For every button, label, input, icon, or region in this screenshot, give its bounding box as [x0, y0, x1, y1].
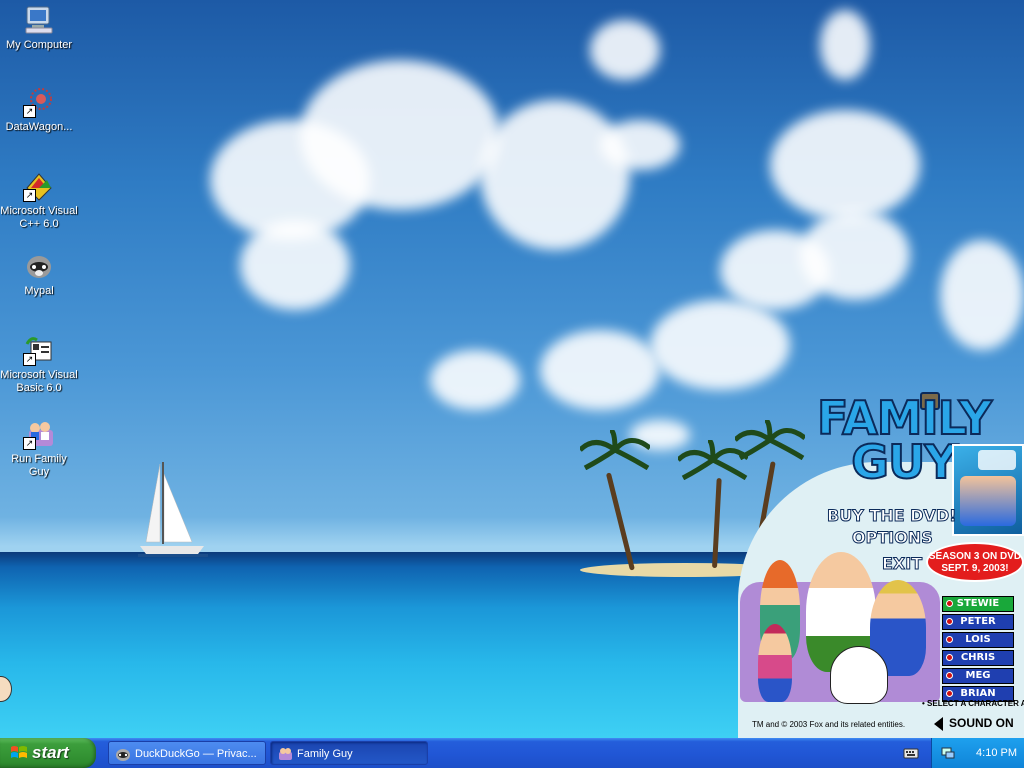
dvd-logo — [978, 450, 1016, 470]
desktop-icon-label: DataWagon... — [5, 121, 73, 133]
dvd-characters — [960, 476, 1016, 526]
radio-dot-icon — [946, 636, 953, 643]
cloud — [540, 330, 660, 410]
cloud — [800, 210, 910, 300]
sound-toggle[interactable]: SOUND ON — [934, 716, 1014, 731]
character-label: CHRIS — [960, 652, 996, 663]
cloud — [820, 10, 870, 80]
meg-figure — [758, 624, 792, 702]
computer-icon — [23, 4, 55, 36]
shortcut-arrow-icon: ↗ — [23, 437, 36, 450]
radio-dot-icon — [946, 600, 953, 607]
buy-dvd-button[interactable]: BUY THE DVD! — [826, 506, 956, 526]
desktop-icon-my-computer[interactable]: My Computer — [0, 4, 78, 52]
character-lois[interactable]: LOIS — [942, 632, 1014, 648]
desktop-icon-label: My Computer — [5, 39, 73, 51]
logo-line-1: FAMILY — [816, 391, 993, 445]
sailboat-image — [138, 462, 208, 557]
desktop-icon-label: Microsoft Visual C++ 6.0 — [0, 205, 78, 230]
desktop-icon-datawagon[interactable]: ↗ DataWagon... — [0, 86, 78, 134]
cloud — [600, 120, 680, 170]
radio-dot-icon — [946, 654, 953, 661]
shortcut-arrow-icon: ↗ — [23, 189, 36, 202]
desktop-icon-mypal[interactable]: Mypal — [0, 250, 78, 298]
cloud — [240, 220, 350, 310]
select-character-hint: • SELECT A CHARACTER ABOVE — [922, 699, 1024, 708]
desktop-icon-visual-cpp[interactable]: ↗ Microsoft Visual C++ 6.0 — [0, 170, 78, 231]
radio-dot-icon — [946, 672, 953, 679]
shortcut-arrow-icon: ↗ — [23, 105, 36, 118]
character-label: PETER — [960, 616, 996, 627]
cloud — [300, 60, 500, 210]
character-label: LOIS — [965, 634, 991, 645]
cloud — [480, 100, 630, 250]
taskbar-button-family-guy[interactable]: Family Guy — [270, 741, 428, 765]
desktop-icon-label: Mypal — [24, 285, 54, 297]
options-button[interactable]: OPTIONS — [852, 528, 934, 548]
cloud — [650, 300, 790, 390]
season-badge: SEASON 3 ON DVD SEPT. 9, 2003! — [926, 542, 1024, 582]
desktop-icon-visual-basic[interactable]: ↗ Microsoft Visual Basic 6.0 — [0, 334, 78, 395]
taskbar-button-duckduckgo[interactable]: DuckDuckGo — Privac... — [108, 741, 266, 765]
mypal-icon — [23, 250, 55, 282]
speaker-icon — [934, 716, 943, 731]
network-icon[interactable] — [940, 745, 956, 761]
cloud — [940, 240, 1024, 350]
character-label: STEWIE — [956, 598, 1000, 609]
keyboard-icon[interactable] — [903, 745, 919, 761]
desktop-icon-label: Microsoft Visual Basic 6.0 — [0, 369, 78, 394]
datawagon-icon: ↗ — [23, 86, 55, 118]
visual-basic-icon: ↗ — [23, 334, 55, 366]
family-guy-icon: ↗ — [23, 418, 55, 450]
desktop[interactable]: My Computer ↗ DataWagon... ↗ Microsoft V… — [0, 0, 1024, 738]
character-label: MEG — [965, 670, 991, 681]
brian-figure — [830, 646, 888, 704]
character-peter[interactable]: PETER — [942, 614, 1014, 630]
copyright-notice: TM and © 2003 Fox and its related entiti… — [752, 720, 906, 729]
dvd-cover-image — [952, 444, 1024, 536]
radio-dot-icon — [946, 618, 953, 625]
sound-label: SOUND ON — [949, 716, 1014, 730]
family-guy-icon — [279, 748, 292, 760]
shortcut-arrow-icon: ↗ — [23, 353, 36, 366]
radio-dot-icon — [946, 690, 953, 697]
character-stewie[interactable]: STEWIE — [942, 596, 1014, 612]
character-chris[interactable]: CHRIS — [942, 650, 1014, 666]
character-selector: STEWIE PETER LOIS CHRIS MEG BRIAN — [942, 596, 1014, 704]
character-label: BRIAN — [960, 688, 996, 699]
start-button[interactable]: start — [0, 738, 96, 768]
family-guy-launcher: FAMILY GUY BUY THE DVD! OPTIONS EXIT SEA… — [730, 392, 1024, 738]
character-meg[interactable]: MEG — [942, 668, 1014, 684]
cloud — [770, 110, 920, 220]
task-label: Family Guy — [297, 748, 353, 760]
clock[interactable]: 4:10 PM — [976, 738, 1017, 768]
desktop-icon-label: Run Family Guy — [11, 453, 67, 478]
start-label: start — [32, 743, 69, 762]
palm-leaves — [580, 430, 650, 470]
mypal-icon — [116, 749, 130, 761]
cloud — [590, 20, 660, 80]
desktop-icon-run-family-guy[interactable]: ↗ Run Family Guy — [0, 418, 78, 479]
cloud — [430, 350, 520, 410]
task-label: DuckDuckGo — Privac... — [135, 748, 257, 760]
exit-button[interactable]: EXIT — [881, 554, 922, 574]
windows-logo-icon — [11, 746, 27, 758]
taskbar: start DuckDuckGo — Privac... Family Guy … — [0, 738, 1024, 768]
system-tray: 4:10 PM — [931, 738, 1024, 768]
visual-cpp-icon: ↗ — [23, 170, 55, 202]
